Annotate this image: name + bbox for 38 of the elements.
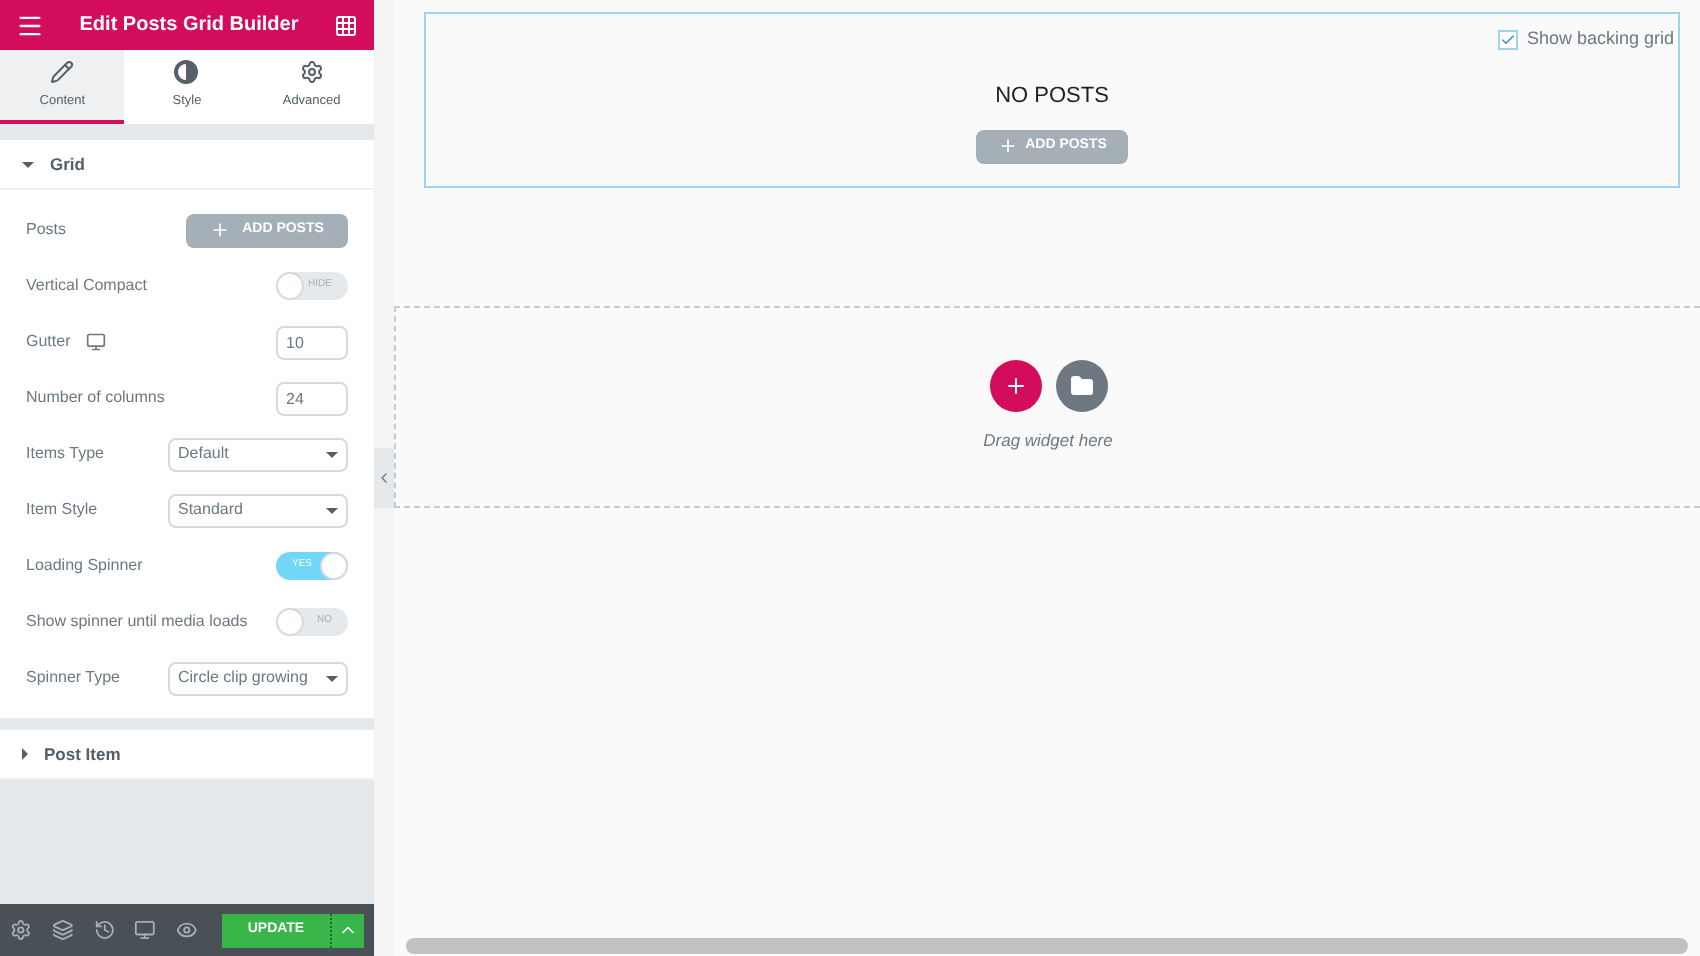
control-label: Spinner Type — [26, 666, 120, 690]
template-library-button[interactable] — [1055, 360, 1107, 413]
plus-icon — [997, 136, 1018, 156]
control-label: Number of columns — [26, 386, 165, 410]
plus-icon — [1003, 374, 1027, 399]
plus-icon — [210, 220, 231, 240]
checkbox[interactable] — [1498, 29, 1519, 50]
checkbox-label: Show backing grid — [1526, 26, 1674, 52]
update-options-button[interactable] — [329, 913, 364, 947]
control-label: Show spinner until media loads — [26, 610, 248, 634]
add-section-button[interactable] — [989, 360, 1041, 413]
gear-icon — [299, 59, 324, 84]
select-field[interactable]: Standard — [168, 493, 348, 527]
layers-icon[interactable] — [51, 918, 74, 942]
history-icon[interactable] — [93, 918, 115, 942]
number-field[interactable]: 24 — [276, 381, 348, 415]
control-label: Gutter — [26, 330, 71, 354]
control-label: Vertical Compact — [26, 274, 147, 298]
panel-title: Edit Posts Grid Builder — [79, 12, 299, 40]
drop-hint: Drag widget here — [983, 428, 1113, 454]
contrast-icon — [174, 59, 199, 84]
number-field[interactable]: 10 — [276, 325, 348, 359]
apps-grid-icon[interactable] — [334, 13, 358, 37]
settings-icon[interactable] — [10, 918, 32, 942]
horizontal-scrollbar[interactable] — [406, 938, 1688, 954]
empty-title: NO POSTS — [995, 82, 1109, 112]
collapse-handle[interactable] — [374, 448, 394, 508]
control-label: Loading Spinner — [26, 554, 143, 578]
select-field[interactable]: Circle clip growing — [168, 661, 348, 695]
desktop-icon[interactable] — [134, 918, 157, 942]
menu-icon[interactable] — [16, 11, 44, 39]
folder-icon — [1069, 374, 1093, 399]
control-label: Item Style — [26, 498, 98, 522]
control-label: Posts — [26, 218, 67, 242]
pencil-icon — [50, 59, 75, 84]
control-label: Items Type — [26, 442, 104, 466]
select-field[interactable]: Default — [168, 437, 348, 471]
eye-icon[interactable] — [176, 918, 198, 942]
